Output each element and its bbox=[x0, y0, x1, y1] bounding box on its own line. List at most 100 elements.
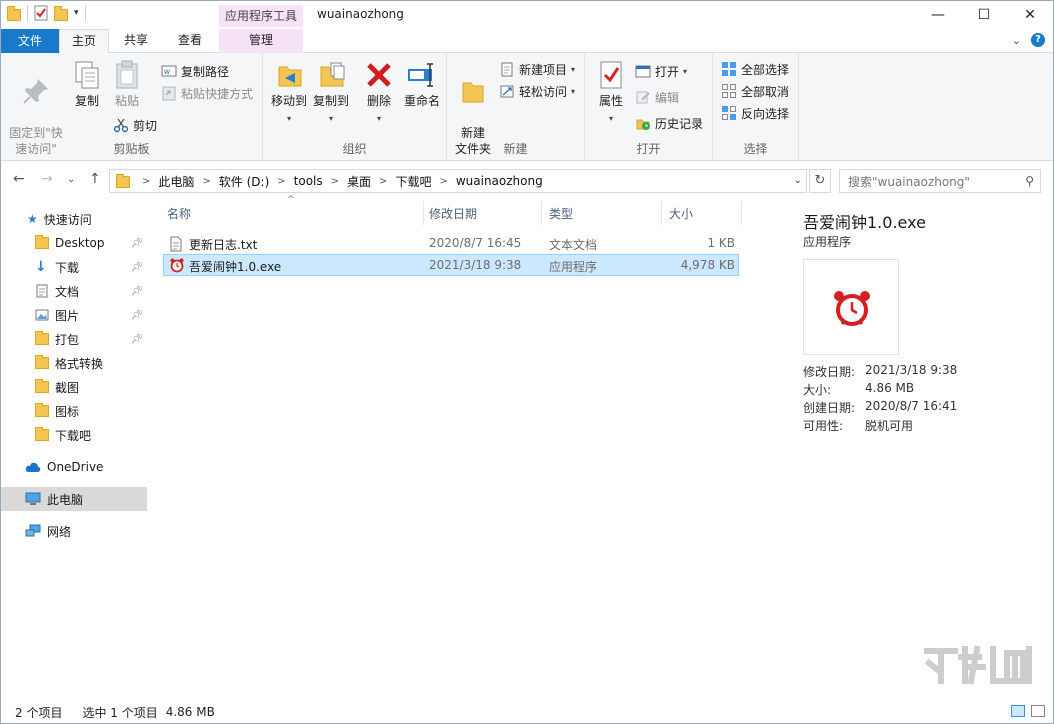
crumb-desktop[interactable]: 桌面 bbox=[347, 173, 371, 190]
tab-view[interactable]: 查看 bbox=[165, 29, 215, 53]
chevron-right-icon: > bbox=[202, 175, 211, 187]
nav-item-label: 图标 bbox=[55, 404, 80, 419]
select-none-icon bbox=[722, 84, 736, 98]
detail-key: 修改日期: bbox=[803, 365, 856, 379]
crumb-wuainaozhong[interactable]: wuainaozhong bbox=[456, 174, 543, 188]
crumb-drive-d[interactable]: 软件 (D:) bbox=[219, 173, 269, 190]
large-icons-view-icon[interactable] bbox=[1031, 705, 1045, 717]
file-row-changelog[interactable]: 更新日志.txt 2020/8/7 16:45 文本文档 1 KB bbox=[163, 233, 739, 255]
tab-home[interactable]: 主页 bbox=[59, 29, 109, 54]
minimize-button[interactable]: — bbox=[915, 1, 961, 29]
address-dropdown-icon[interactable]: ⌄ bbox=[794, 175, 802, 186]
maximize-button[interactable]: ☐ bbox=[961, 1, 1007, 29]
pin-icon: 📌︎ bbox=[130, 285, 143, 297]
cloud-icon bbox=[25, 462, 41, 472]
help-icon[interactable]: ? bbox=[1031, 33, 1045, 47]
nav-item-icons[interactable]: 图标 bbox=[1, 399, 147, 423]
chevron-right-icon: > bbox=[330, 175, 340, 187]
column-header-name[interactable]: 名称 bbox=[159, 199, 423, 227]
rename-button[interactable]: 重命名 bbox=[401, 59, 443, 109]
navigation-bar: ← → ⌄ ↑ > 此电脑 > 软件 (D:) > tools > 桌面 > 下… bbox=[1, 165, 1053, 195]
nav-item-dabao[interactable]: 打包 📌︎ bbox=[1, 327, 147, 351]
customize-toolbar-icon[interactable]: ▾ bbox=[74, 8, 79, 18]
history-icon bbox=[636, 119, 650, 130]
crumb-this-pc[interactable]: 此电脑 bbox=[158, 173, 194, 190]
column-header-size[interactable]: 大小 bbox=[661, 199, 741, 227]
application-tools-context-tab: 应用程序工具 bbox=[219, 5, 303, 27]
window-title: wuainaozhong bbox=[317, 7, 404, 21]
detail-modified: 修改日期: 2021/3/18 9:38 bbox=[803, 363, 957, 380]
tab-file[interactable]: 文件 bbox=[1, 29, 59, 53]
detail-value: 2021/3/18 9:38 bbox=[865, 363, 958, 377]
new-item-icon bbox=[501, 62, 513, 77]
open-button[interactable]: 打开 ▾ bbox=[635, 61, 687, 81]
history-button[interactable]: 历史记录 bbox=[635, 113, 703, 133]
column-header-type[interactable]: 类型 bbox=[541, 199, 661, 227]
delete-button[interactable]: 删除 ▾ bbox=[361, 59, 397, 127]
cut-button[interactable]: 剪切 bbox=[113, 115, 157, 135]
copy-button[interactable]: 复制 bbox=[69, 59, 105, 109]
paste-button[interactable]: 粘贴 bbox=[109, 59, 145, 109]
nav-item-pictures[interactable]: 图片 📌︎ bbox=[1, 303, 147, 327]
select-all-button[interactable]: 全部选择 bbox=[721, 59, 789, 79]
tab-share[interactable]: 共享 bbox=[111, 29, 161, 53]
column-header-modified[interactable]: 修改日期 bbox=[421, 199, 541, 227]
nav-item-xiazaiba[interactable]: 下载吧 bbox=[1, 423, 147, 447]
recent-locations-icon[interactable]: ⌄ bbox=[67, 174, 75, 185]
selection-size: 4.86 MB bbox=[165, 705, 215, 719]
folder-icon bbox=[35, 355, 49, 369]
computer-icon bbox=[25, 492, 41, 505]
detail-size: 大小: 4.86 MB bbox=[803, 381, 914, 398]
new-folder-icon[interactable] bbox=[54, 5, 68, 21]
invert-selection-button[interactable]: 反向选择 bbox=[721, 103, 789, 123]
file-type: 应用程序 bbox=[549, 260, 598, 274]
properties-check-icon[interactable] bbox=[34, 5, 48, 21]
tab-manage[interactable]: 管理 bbox=[219, 29, 303, 53]
details-subtitle: 应用程序 bbox=[803, 235, 852, 249]
nav-item-screenshots[interactable]: 截图 bbox=[1, 375, 147, 399]
nav-quick-access[interactable]: ★ 快速访问 bbox=[1, 207, 147, 231]
pin-icon: 📌︎ bbox=[130, 261, 143, 273]
pin-icon: 📌︎ bbox=[130, 333, 143, 345]
crumb-tools[interactable]: tools bbox=[294, 174, 323, 188]
move-to-button[interactable]: 移动到 ▾ bbox=[267, 59, 311, 127]
nav-item-desktop[interactable]: Desktop 📌︎ bbox=[1, 231, 147, 255]
nav-onedrive[interactable]: OneDrive bbox=[1, 455, 147, 479]
copy-to-button[interactable]: 复制到 ▾ bbox=[309, 59, 353, 127]
expand-ribbon-icon[interactable]: ⌄ bbox=[1012, 34, 1021, 47]
ribbon: 固定到"快 速访问" 复制 粘贴 W 复制路径 粘贴快捷方式 剪切 剪贴板 移动… bbox=[1, 53, 1053, 161]
chevron-right-icon: > bbox=[379, 175, 388, 187]
column-divider[interactable] bbox=[741, 201, 742, 225]
selection-count: 选中 1 个项目 bbox=[82, 705, 158, 720]
nav-this-pc[interactable]: 此电脑 bbox=[1, 487, 147, 511]
refresh-icon[interactable]: ↻ bbox=[809, 169, 831, 193]
nav-item-downloads[interactable]: ↓ 下载 📌︎ bbox=[1, 255, 147, 279]
details-view-icon[interactable] bbox=[1011, 705, 1025, 717]
paste-shortcut-button[interactable]: 粘贴快捷方式 bbox=[161, 83, 253, 103]
crumb-xiazaiba[interactable]: 下载吧 bbox=[395, 173, 431, 190]
nav-network[interactable]: 网络 bbox=[1, 519, 147, 543]
nav-item-documents[interactable]: 文档 📌︎ bbox=[1, 279, 147, 303]
text-file-icon bbox=[170, 236, 182, 252]
select-none-button[interactable]: 全部取消 bbox=[721, 81, 789, 101]
delete-label: 删除 bbox=[366, 94, 391, 108]
document-icon bbox=[36, 284, 48, 298]
back-arrow-icon[interactable]: ← bbox=[13, 171, 25, 187]
close-button[interactable]: ✕ bbox=[1007, 1, 1053, 29]
search-input[interactable]: 搜索"wuainaozhong" ⚲ bbox=[839, 169, 1041, 193]
file-row-alarm-exe[interactable]: 吾爱闹钟1.0.exe 2021/3/18 9:38 应用程序 4,978 KB bbox=[163, 254, 739, 276]
forward-arrow-icon[interactable]: → bbox=[41, 171, 53, 187]
address-bar[interactable]: > 此电脑 > 软件 (D:) > tools > 桌面 > 下载吧 > wua… bbox=[109, 169, 807, 193]
open-group: 属性 ▾ 打开 ▾ 编辑 历史记录 打开 bbox=[585, 53, 713, 161]
alarm-clock-icon bbox=[170, 258, 184, 273]
up-arrow-icon[interactable]: ↑ bbox=[89, 171, 101, 187]
new-item-button[interactable]: 新建项目 ▾ bbox=[499, 59, 575, 79]
nav-item-format-convert[interactable]: 格式转换 bbox=[1, 351, 147, 375]
chevron-right-icon: > bbox=[142, 175, 151, 187]
properties-button[interactable]: 属性 ▾ bbox=[593, 59, 629, 127]
copy-path-button[interactable]: W 复制路径 bbox=[161, 61, 229, 81]
edit-button[interactable]: 编辑 bbox=[635, 87, 679, 107]
easy-access-button[interactable]: 轻松访问 ▾ bbox=[499, 81, 575, 101]
file-modified: 2021/3/18 9:38 bbox=[429, 258, 522, 272]
detail-key: 创建日期: bbox=[803, 401, 856, 415]
